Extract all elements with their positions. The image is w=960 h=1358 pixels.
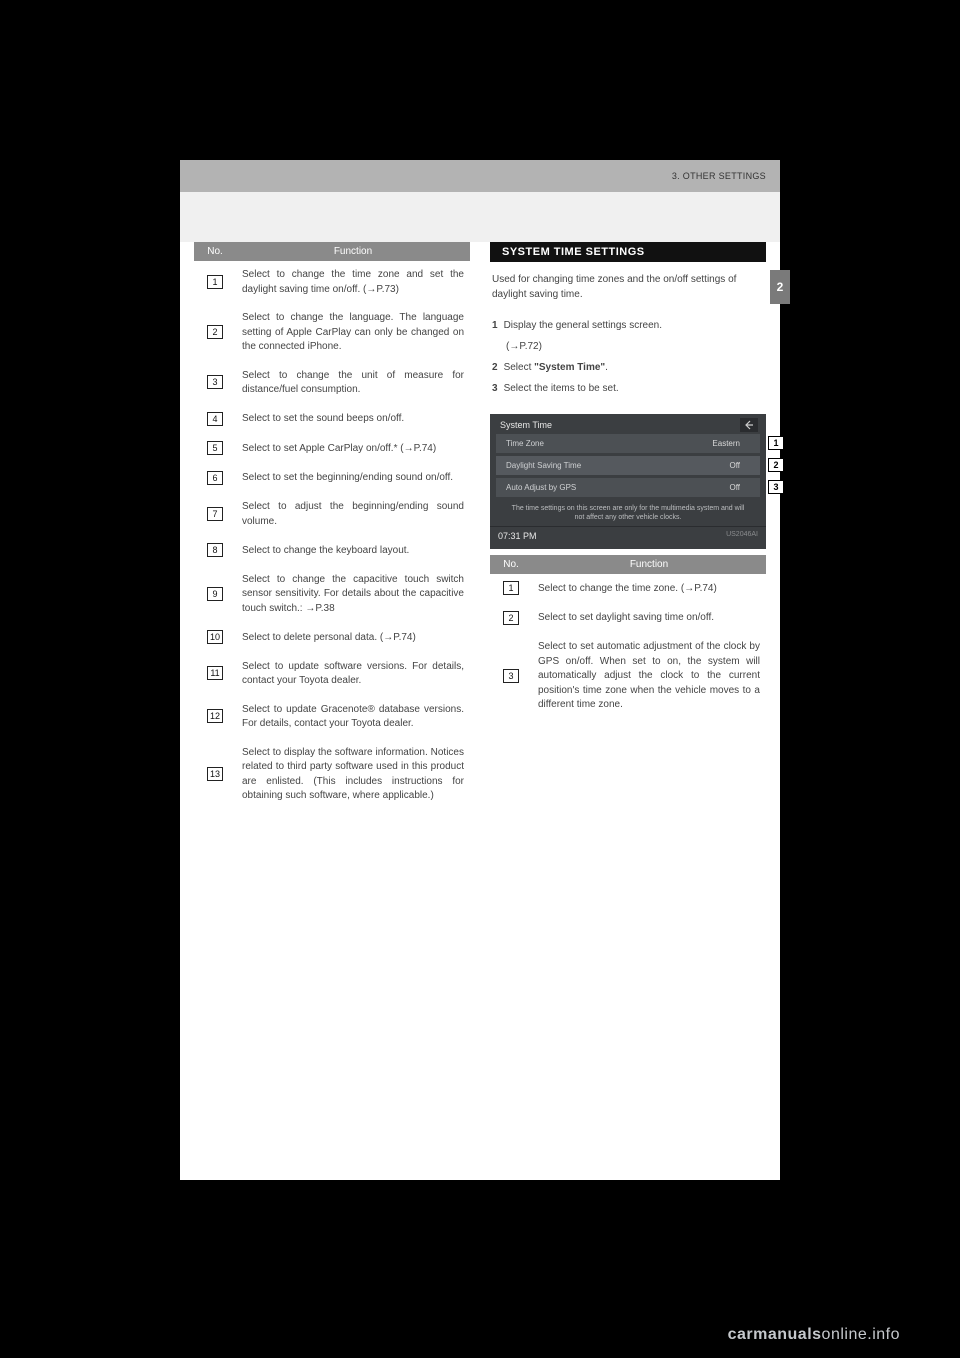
step-2: 2 Select "System Time".: [492, 360, 764, 375]
screenshot-time: 07:31 PM: [498, 531, 537, 541]
row-number: 7: [207, 507, 223, 521]
table-row: 10 Select to delete personal data. (→P.74…: [194, 623, 470, 653]
screenshot-row-label: Auto Adjust by GPS: [506, 483, 576, 492]
row-number: 2: [207, 325, 223, 339]
screenshot-code: US2046AI: [726, 531, 758, 541]
subheader-spacer: [180, 192, 780, 242]
row-text: Select to set Apple CarPlay on/off.* (→P…: [236, 434, 470, 464]
chapter-tab-label: 2: [777, 280, 784, 294]
row-text: Select to change the capacitive touch sw…: [236, 566, 470, 624]
row-text: Select to change the unit of measure for…: [236, 362, 470, 405]
breadcrumb-bar: 3. OTHER SETTINGS: [180, 160, 780, 192]
steps: 1 Display the general settings screen. (…: [490, 308, 766, 408]
row-text: Select to update Gracenote® database ver…: [236, 696, 470, 739]
screenshot-row-label: Time Zone: [506, 439, 544, 448]
callout-number: 3: [768, 480, 784, 494]
row-text: Select to change the time zone. (→P.74): [532, 574, 766, 604]
screenshot-row: Time Zone Eastern 1: [496, 434, 760, 453]
table-row: 8 Select to change the keyboard layout.: [194, 536, 470, 566]
row-number: 6: [207, 471, 223, 485]
system-time-screenshot: System Time Time Zone Eastern 1 Daylight…: [490, 414, 766, 549]
functions-table-left: No. Function 1 Select to change the time …: [194, 242, 470, 811]
row-text: Select to adjust the beginning/ending so…: [236, 493, 470, 536]
callout-number: 2: [768, 458, 784, 472]
row-number: 9: [207, 587, 223, 601]
table-row: 5 Select to set Apple CarPlay on/off.* (→…: [194, 434, 470, 464]
row-text: Select to set the beginning/ending sound…: [236, 464, 470, 494]
step-number: 3: [492, 381, 498, 396]
col-header-no: No.: [490, 555, 532, 574]
callout-number: 1: [768, 436, 784, 450]
row-text: Select to set the sound beeps on/off.: [236, 405, 470, 435]
row-number: 11: [207, 666, 223, 680]
manual-page: 3. OTHER SETTINGS 2 No. Function 1 Select…: [180, 160, 780, 1180]
breadcrumb: 3. OTHER SETTINGS: [672, 171, 766, 181]
table-row: 3 Select to set automatic adjustment of t…: [490, 633, 766, 720]
row-number: 1: [207, 275, 223, 289]
table-row: 9 Select to change the capacitive touch s…: [194, 566, 470, 624]
step-text: Select the items to be set.: [504, 381, 619, 396]
table-row: 13 Select to display the software informa…: [194, 739, 470, 811]
row-number: 12: [207, 709, 223, 723]
step-3: 3 Select the items to be set.: [492, 381, 764, 396]
screenshot-row: Auto Adjust by GPS Off 3: [496, 478, 760, 497]
col-header-function: Function: [532, 555, 766, 574]
screenshot-title: System Time: [490, 414, 766, 434]
section-header: SYSTEM TIME SETTINGS: [490, 242, 766, 262]
table-row: 7 Select to adjust the beginning/ending s…: [194, 493, 470, 536]
step-number: 1: [492, 318, 498, 333]
table-row: 2 Select to set daylight saving time on/o…: [490, 604, 766, 634]
section-intro: Used for changing time zones and the on/…: [490, 268, 766, 308]
step-text: Select "System Time".: [504, 360, 608, 375]
step-text: Display the general settings screen.: [504, 318, 662, 333]
row-number: 3: [503, 669, 519, 683]
row-text: Select to set automatic adjustment of th…: [532, 633, 766, 720]
chapter-tab: 2: [770, 270, 790, 304]
row-number: 5: [207, 441, 223, 455]
screenshot-row-label: Daylight Saving Time: [506, 461, 581, 470]
watermark-bold: carmanuals: [728, 1326, 822, 1343]
row-text: Select to change the language. The langu…: [236, 304, 470, 362]
right-column: SYSTEM TIME SETTINGS Used for changing t…: [490, 242, 766, 811]
row-text: Select to update software versions. For …: [236, 653, 470, 696]
step-number: 2: [492, 360, 498, 375]
row-number: 2: [503, 611, 519, 625]
row-number: 13: [207, 767, 223, 781]
table-row: 1 Select to change the time zone and set …: [194, 261, 470, 304]
row-text: Select to set daylight saving time on/of…: [532, 604, 766, 634]
step-1-ref: (→P.72): [492, 339, 764, 354]
row-text: Select to display the software informati…: [236, 739, 470, 811]
table-row: 12 Select to update Gracenote® database v…: [194, 696, 470, 739]
screenshot-note: The time settings on this screen are onl…: [490, 500, 766, 526]
back-icon: [740, 418, 758, 432]
table-row: 4 Select to set the sound beeps on/off.: [194, 405, 470, 435]
row-number: 3: [207, 375, 223, 389]
watermark: carmanualsonline.info: [728, 1326, 900, 1344]
table-row: 2 Select to change the language. The lang…: [194, 304, 470, 362]
step-1: 1 Display the general settings screen.: [492, 318, 764, 333]
table-row: 3 Select to change the unit of measure fo…: [194, 362, 470, 405]
screenshot-row-value: Eastern: [712, 439, 740, 448]
watermark-rest: online.info: [822, 1326, 900, 1343]
functions-table-right: No. Function 1 Select to change the time …: [490, 555, 766, 720]
step-ref: (→P.72): [506, 339, 542, 354]
screenshot-row-value: Off: [729, 461, 740, 470]
table-row: 11 Select to update software versions. Fo…: [194, 653, 470, 696]
col-header-function: Function: [236, 242, 470, 261]
content-columns: No. Function 1 Select to change the time …: [180, 242, 780, 811]
screenshot-row: Daylight Saving Time Off 2: [496, 456, 760, 475]
row-text: Select to delete personal data. (→P.74): [236, 623, 470, 653]
row-number: 8: [207, 543, 223, 557]
row-text: Select to change the time zone and set t…: [236, 261, 470, 304]
col-header-no: No.: [194, 242, 236, 261]
screenshot-row-value: Off: [729, 483, 740, 492]
table-row: 1 Select to change the time zone. (→P.74): [490, 574, 766, 604]
row-text: Select to change the keyboard layout.: [236, 536, 470, 566]
row-number: 1: [503, 581, 519, 595]
row-number: 10: [207, 630, 223, 644]
screenshot-footer: 07:31 PM US2046AI: [490, 526, 766, 547]
table-row: 6 Select to set the beginning/ending soun…: [194, 464, 470, 494]
left-column: No. Function 1 Select to change the time …: [194, 242, 470, 811]
row-number: 4: [207, 412, 223, 426]
